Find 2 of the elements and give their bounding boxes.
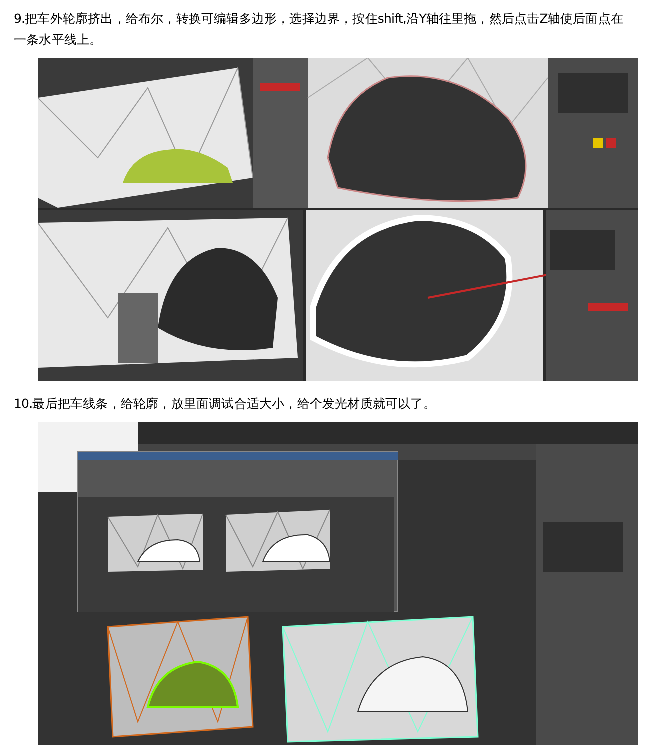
step-text: 10.最后把车线条，给轮廓，放里面调试合适大小，给个发光材质就可以了。 — [13, 395, 437, 413]
step-text: 9.把车外轮廓挤出，给布尔，转换可编辑多边形，选择边界，按住shift,沿Y轴往里拖，然后点击Z轴使后面点在一条水平线上。 — [13, 10, 624, 49]
